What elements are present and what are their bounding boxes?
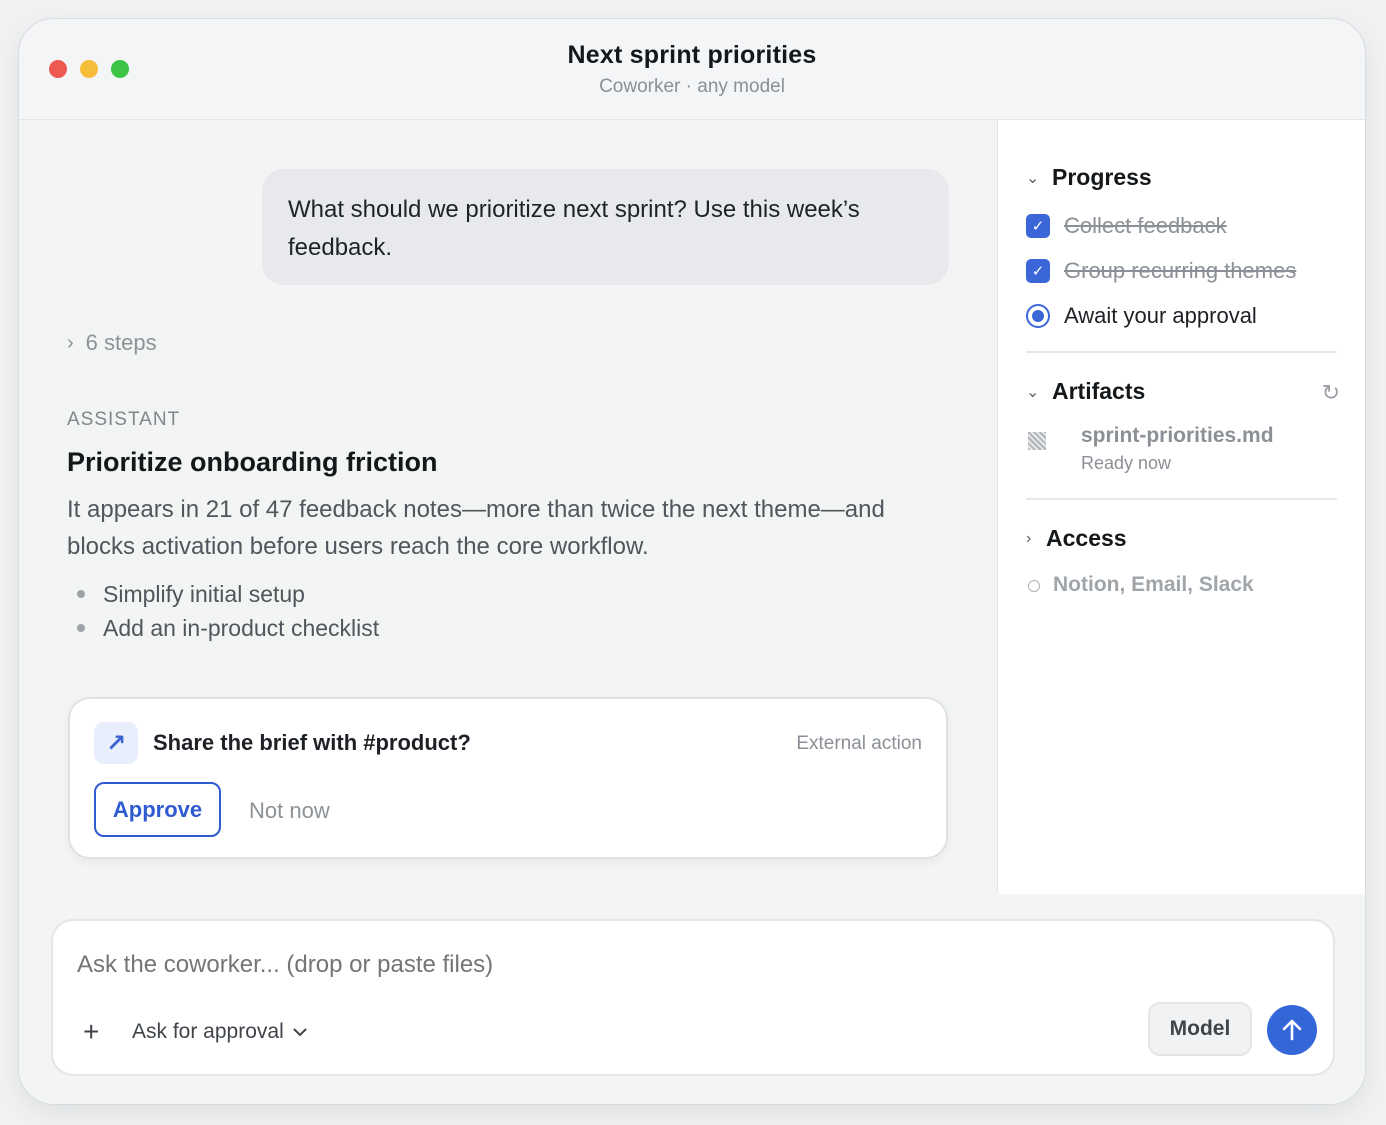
approval-card: ↗ Share the brief with #product? Externa…: [68, 697, 948, 859]
refresh-icon[interactable]: ↻: [1322, 380, 1340, 406]
progress-heading: Progress: [1052, 164, 1152, 190]
bullet-text: Add an in-product checklist: [103, 615, 380, 641]
message-composer: + Ask for approval Model: [51, 919, 1335, 1076]
assistant-body: It appears in 21 of 47 feedback notes—mo…: [67, 496, 885, 560]
checkbox-checked-icon[interactable]: ✓: [1026, 214, 1050, 238]
bullet-icon: [77, 624, 85, 632]
model-button[interactable]: Model: [1148, 1002, 1252, 1056]
assistant-role-label: ASSISTANT: [67, 409, 181, 430]
progress-task: ✓ Collect feedback: [1026, 213, 1227, 239]
chevron-down-icon: ⌄: [1026, 169, 1040, 187]
approval-mode-label: Ask for approval: [132, 1020, 284, 1043]
list-item: Simplify initial setup: [77, 577, 379, 611]
window-title: Next sprint priorities: [567, 41, 817, 69]
progress-task: ✓ Group recurring themes: [1026, 258, 1296, 284]
access-section-toggle[interactable]: › Access: [1026, 525, 1127, 552]
plus-icon[interactable]: +: [83, 1016, 99, 1048]
chevron-down-icon: [293, 1028, 307, 1037]
arrow-up-right-icon: ↗: [94, 722, 138, 764]
progress-section-toggle[interactable]: ⌄ Progress: [1026, 164, 1152, 191]
title-bar: Next sprint priorities Coworker · any mo…: [19, 19, 1365, 120]
section-divider: [1026, 351, 1337, 353]
access-services: Notion, Email, Slack: [1053, 573, 1254, 596]
chevron-right-icon: ›: [1026, 529, 1032, 547]
approve-button[interactable]: Approve: [94, 782, 221, 837]
circle-outline-icon: [1028, 580, 1040, 592]
artifacts-heading: Artifacts: [1052, 378, 1146, 404]
progress-task: Await your approval: [1026, 303, 1257, 329]
radio-active-icon: [1026, 304, 1050, 328]
external-action-tag: External action: [796, 733, 922, 754]
approval-question: Share the brief with #product?: [153, 730, 471, 755]
section-divider: [1026, 498, 1337, 500]
assistant-headline: Prioritize onboarding friction: [67, 447, 438, 477]
artifact-file-name[interactable]: sprint-priorities.md: [1081, 424, 1274, 448]
send-button[interactable]: [1267, 1005, 1317, 1055]
assistant-bullet-list: Simplify initial setup Add an in-product…: [77, 577, 379, 645]
artifacts-section-toggle[interactable]: ⌄ Artifacts: [1026, 378, 1145, 405]
app-window: Next sprint priorities Coworker · any mo…: [18, 18, 1366, 1105]
artifact-file-status: Ready now: [1081, 453, 1172, 473]
checkbox-checked-icon[interactable]: ✓: [1026, 259, 1050, 283]
approval-mode-dropdown[interactable]: Ask for approval: [132, 1020, 308, 1044]
side-panel: ⌄ Progress ✓ Collect feedback ✓ Group re…: [997, 120, 1365, 894]
title-block: Next sprint priorities Coworker · any mo…: [19, 41, 1365, 98]
user-message: What should we prioritize next sprint? U…: [262, 169, 949, 285]
task-label: Group recurring themes: [1064, 258, 1297, 283]
composer-input[interactable]: [77, 951, 977, 979]
task-label: Collect feedback: [1064, 213, 1227, 238]
task-label: Await your approval: [1064, 303, 1257, 328]
conversation-pane: What should we prioritize next sprint? U…: [19, 120, 997, 894]
file-icon: [1028, 432, 1046, 450]
steps-label: 6 steps: [85, 330, 157, 355]
access-heading: Access: [1046, 525, 1127, 551]
not-now-button[interactable]: Not now: [249, 798, 330, 824]
chevron-right-icon: ›: [67, 331, 74, 354]
bullet-icon: [77, 590, 85, 598]
list-item: Add an in-product checklist: [77, 611, 379, 645]
steps-toggle[interactable]: › 6 steps: [67, 330, 157, 356]
arrow-up-icon: [1282, 1019, 1302, 1041]
chevron-down-icon: ⌄: [1026, 383, 1040, 401]
bullet-text: Simplify initial setup: [103, 581, 305, 607]
window-subtitle: Coworker · any model: [599, 76, 785, 97]
